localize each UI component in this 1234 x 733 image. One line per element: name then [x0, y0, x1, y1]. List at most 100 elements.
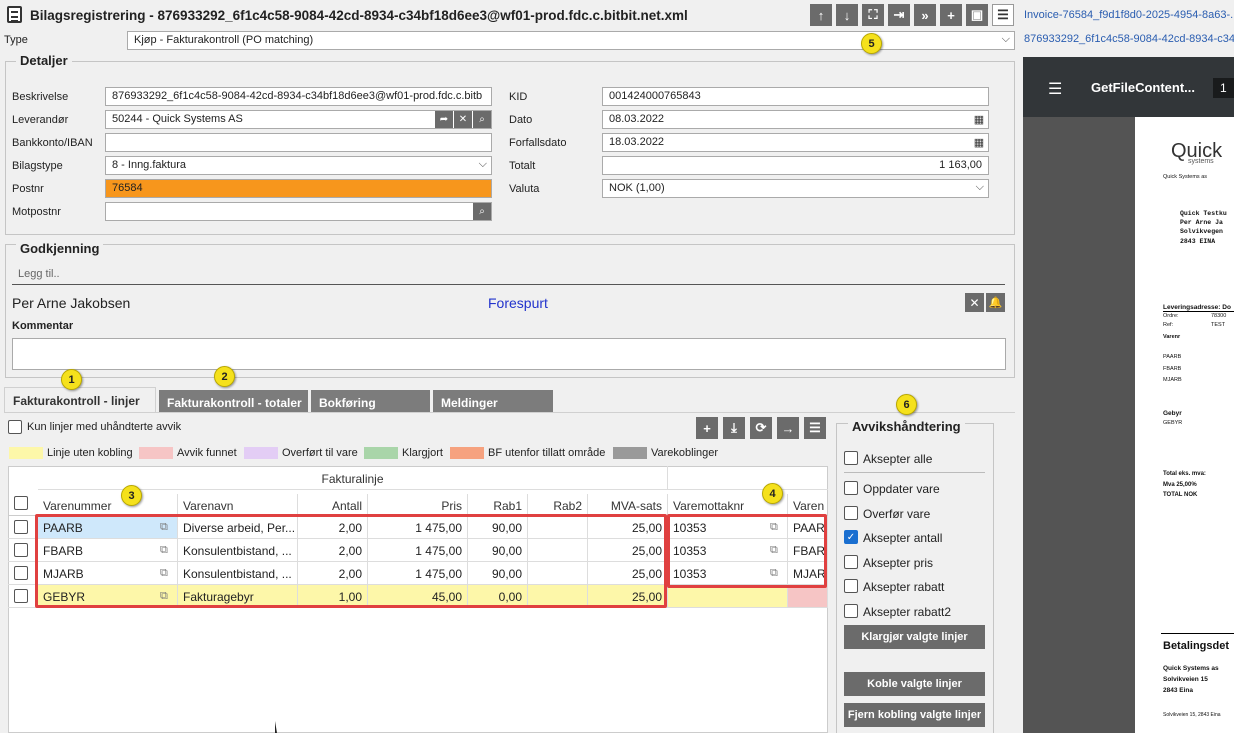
skip-next-icon[interactable]: ⇥ [888, 4, 910, 26]
comment-label: Kommentar [12, 320, 74, 332]
arrow-right-icon[interactable]: → [777, 417, 799, 439]
marker-2: 2 [214, 366, 235, 387]
pdf-company: Quick Systems as [1163, 174, 1208, 180]
forfallsdato-input[interactable]: 18.03.2022 ▦ [602, 133, 989, 152]
legend-swatch [613, 447, 647, 459]
col-mva-sats[interactable]: MVA-sats [588, 494, 668, 516]
bankkonto-label: Bankkonto/IBAN [12, 137, 93, 149]
search-icon[interactable]: ⌕ [473, 203, 491, 220]
marker-1: 1 [61, 369, 82, 390]
clear-icon[interactable]: ✕ [454, 111, 472, 128]
pdf-item: FBARB [1163, 366, 1182, 372]
cell-mottak[interactable] [668, 585, 788, 608]
grid-menu-icon[interactable]: ☰ [804, 417, 826, 439]
details-legend: Detaljer [16, 53, 72, 68]
goto-icon[interactable]: ➦ [435, 111, 453, 128]
deviation-option-checkbox[interactable] [844, 505, 858, 520]
calendar-icon[interactable]: ▦ [970, 134, 988, 151]
deviation-option-checkbox[interactable] [844, 579, 858, 594]
select-all-checkbox[interactable] [14, 496, 28, 510]
hamburger-icon[interactable]: ☰ [1048, 79, 1062, 99]
document-link-xml[interactable]: 876933292_6f1c4c58-9084-42cd-8934-c34... [1024, 33, 1234, 45]
arrow-up-icon[interactable]: ↑ [810, 4, 832, 26]
valuta-select[interactable]: NOK (1,00) ⌵ [602, 179, 989, 198]
download-icon[interactable]: ⤓ [723, 417, 745, 439]
deviation-option-checkbox[interactable] [844, 481, 858, 495]
tab-meldinger[interactable]: Meldinger [433, 390, 553, 414]
accept-all-checkbox[interactable] [844, 451, 858, 465]
highlight-box-receipt [667, 514, 827, 588]
pdf-item-header: Varenr [1163, 334, 1181, 340]
filter-checkbox[interactable] [8, 420, 22, 434]
expand-icon[interactable]: ⛶ [862, 4, 884, 26]
forfallsdato-label: Forfallsdato [509, 137, 567, 149]
dato-input[interactable]: 08.03.2022 ▦ [602, 110, 989, 129]
col-rab2[interactable]: Rab2 [528, 494, 588, 516]
row-checkbox[interactable] [14, 520, 28, 534]
document-link-invoice[interactable]: Invoice-76584_f9d1f8d0-2025-4954-8a63-..… [1024, 9, 1234, 21]
calendar-icon[interactable]: ▦ [970, 111, 988, 128]
prepare-lines-button[interactable]: Klargjør valgte linjer [844, 625, 985, 649]
menu-icon[interactable]: ☰ [992, 4, 1014, 26]
pdf-title: GetFileContent... [1091, 80, 1195, 95]
bankkonto-input[interactable] [105, 133, 492, 152]
col-varenavn[interactable]: Varenavn [178, 494, 298, 516]
approval-legend: Godkjenning [16, 241, 104, 256]
arrow-down-icon[interactable]: ↓ [836, 4, 858, 26]
cell-varen[interactable] [788, 585, 828, 608]
marker-3: 3 [121, 485, 142, 506]
search-icon[interactable]: ⌕ [473, 111, 491, 128]
add-icon[interactable]: + [940, 4, 962, 26]
kid-input[interactable]: 001424000765843 [602, 87, 989, 106]
legend-swatch [364, 447, 398, 459]
bilagstype-select[interactable]: 8 - Inng.faktura ⌵ [105, 156, 492, 175]
postnr-input[interactable]: 76584 [105, 179, 492, 198]
fast-forward-icon[interactable]: » [914, 4, 936, 26]
col-varenummer[interactable]: Varenummer [38, 494, 178, 516]
legend-swatch [450, 447, 484, 459]
deviation-option-checkbox[interactable] [844, 604, 858, 618]
col-antall[interactable]: Antall [298, 494, 368, 516]
col-varen[interactable]: Varen [788, 494, 828, 516]
pdf-page-number[interactable]: 1 [1213, 78, 1234, 98]
row-checkbox[interactable] [14, 543, 28, 557]
save-icon[interactable]: ▣ [966, 4, 988, 26]
pdf-addr-line: 2843 EINA [1180, 238, 1216, 245]
deviation-option-checkbox[interactable] [844, 554, 858, 569]
pdf-vat: Mva 25,00% [1163, 482, 1197, 488]
refresh-icon[interactable]: ⟳ [750, 417, 772, 439]
legend-item: Varekoblinger [613, 447, 718, 459]
unlink-lines-button[interactable]: Fjern kobling valgte linjer [844, 703, 985, 727]
deviation-option-label: Aksepter rabatt2 [863, 605, 952, 619]
add-line-icon[interactable]: + [696, 417, 718, 439]
motpostnr-input[interactable]: ⌕ [105, 202, 492, 221]
beskrivelse-input[interactable]: 876933292_6f1c4c58-9084-42cd-8934-c34bf1… [105, 87, 492, 106]
mouse-cursor-icon [275, 721, 277, 733]
pdf-order-label: Ordre: [1163, 313, 1179, 319]
col-pris[interactable]: Pris [368, 494, 468, 516]
tab-fakturakontroll-linjer[interactable]: Fakturakontroll - linjer [4, 387, 156, 412]
deviation-option-checkbox[interactable]: ✓ [844, 530, 858, 545]
pdf-item: MJARB [1163, 377, 1182, 383]
notify-bell-icon[interactable]: 🔔 [986, 293, 1005, 312]
totalt-input[interactable]: 1 163,00 [602, 156, 989, 175]
col-rab1[interactable]: Rab1 [468, 494, 528, 516]
pdf-total-ex-vat: Total eks. mva: [1163, 471, 1206, 477]
grid-group-header-right [668, 466, 828, 490]
divider [844, 472, 985, 473]
pdf-logo-sub: systems [1188, 158, 1214, 165]
row-checkbox[interactable] [14, 566, 28, 580]
row-checkbox[interactable] [14, 589, 28, 603]
remove-approver-icon[interactable]: ✕ [965, 293, 984, 312]
link-lines-button[interactable]: Koble valgte linjer [844, 672, 985, 696]
comment-textarea[interactable] [12, 338, 1006, 370]
tab-fakturakontroll-totaler[interactable]: Fakturakontroll - totaler [159, 390, 308, 414]
leverandor-input[interactable]: 50244 - Quick Systems AS ➦ ✕ ⌕ [105, 110, 492, 129]
add-approver-input[interactable]: Legg til.. [12, 264, 1005, 285]
filter-label: Kun linjer med uhåndterte avvik [27, 421, 182, 433]
pdf-total: TOTAL NOK [1163, 492, 1198, 498]
tab-bokforing[interactable]: Bokføring [311, 390, 430, 414]
pdf-fee-item: GEBYR [1163, 420, 1183, 426]
legend-swatch [139, 447, 173, 459]
kid-label: KID [509, 91, 528, 103]
